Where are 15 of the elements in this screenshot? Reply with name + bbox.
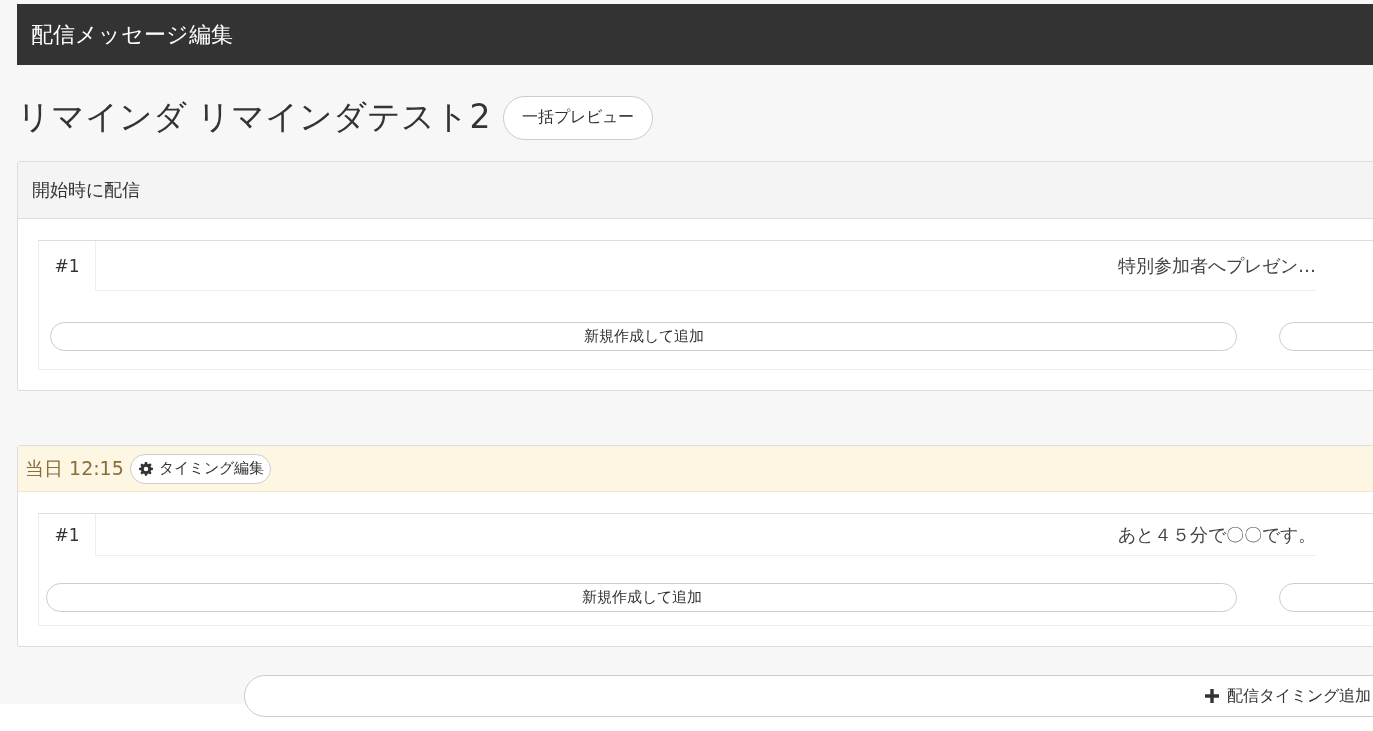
- plus-icon: [1205, 689, 1219, 703]
- preview-button[interactable]: 一括プレビュー: [502, 95, 653, 140]
- gear-icon: [138, 461, 153, 476]
- message-number[interactable]: #1: [39, 514, 96, 556]
- page-title: リマインダ リマインダテスト2: [17, 96, 491, 138]
- add-new-button[interactable]: 新規作成して追加: [50, 322, 1238, 351]
- message-preview[interactable]: 特別参加者へプレゼン…: [96, 241, 1316, 291]
- header-title: 配信メッセージ編集: [31, 20, 233, 49]
- timing-edit-button[interactable]: タイミング編集: [129, 453, 271, 484]
- add-new-button[interactable]: 新規作成して追加: [46, 583, 1238, 612]
- add-timing-button[interactable]: 配信タイミング追加: [244, 675, 1373, 717]
- section-label: 当日 12:15: [25, 455, 124, 481]
- message-preview[interactable]: あと４５分で〇〇です。: [96, 514, 1316, 556]
- section-label: 開始時に配信: [32, 178, 140, 202]
- message-number[interactable]: #1: [39, 241, 96, 291]
